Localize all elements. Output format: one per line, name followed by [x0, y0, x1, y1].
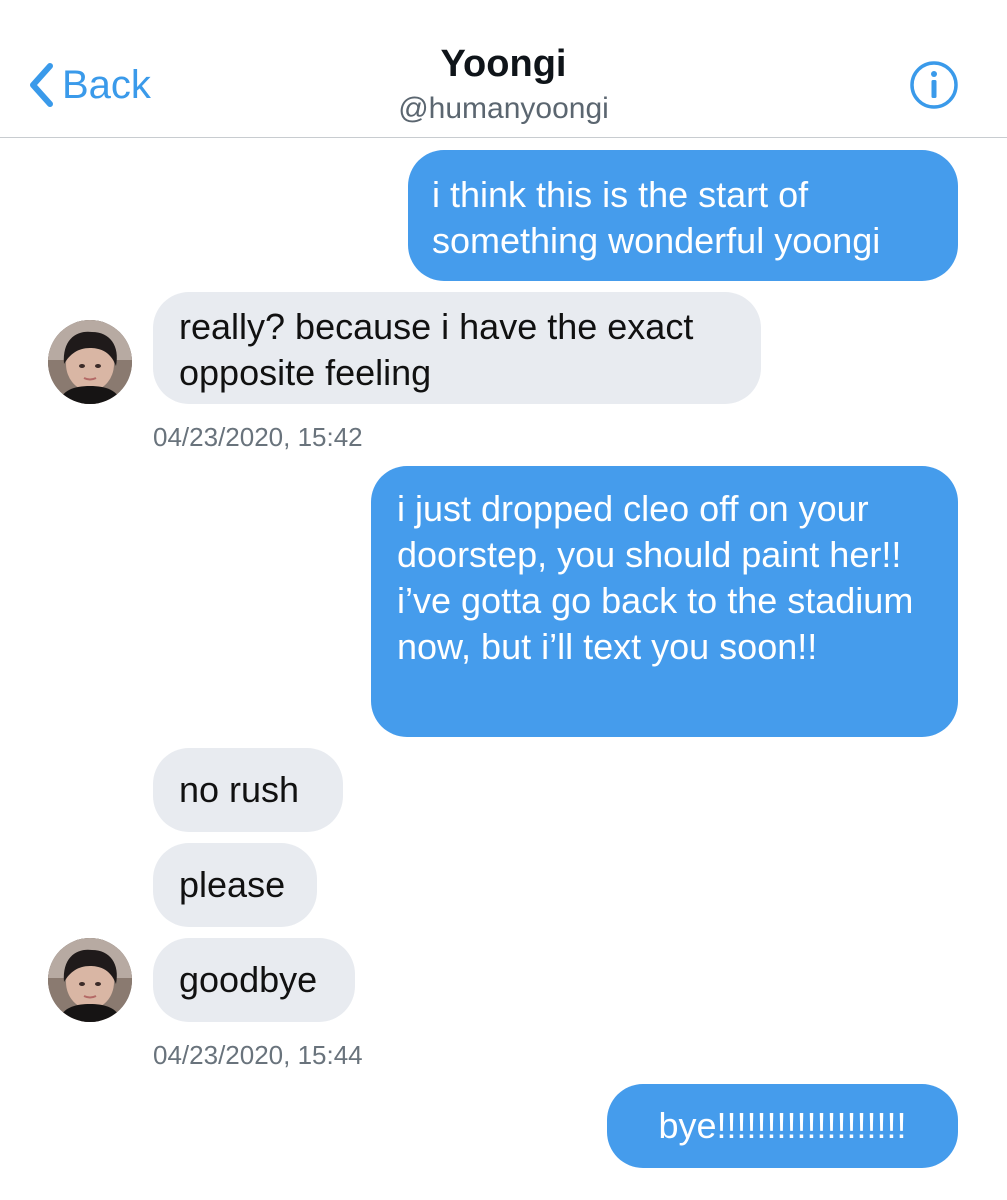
avatar[interactable]: [48, 938, 132, 1022]
message-timestamp: 04/23/2020, 15:44: [153, 1040, 363, 1070]
dm-conversation-screen: Back Yoongi @humanyoongi i think this is…: [0, 0, 1007, 1200]
message-bubble-outgoing[interactable]: i just dropped cleo off on your doorstep…: [371, 466, 958, 737]
message-bubble-incoming[interactable]: really? because i have the exact opposit…: [153, 292, 761, 404]
conversation-title-block: Yoongi @humanyoongi: [0, 43, 1007, 125]
info-icon: [910, 61, 958, 109]
message-bubble-incoming[interactable]: please: [153, 843, 317, 927]
message-timestamp: 04/23/2020, 15:42: [153, 422, 363, 452]
contact-handle: @humanyoongi: [398, 91, 609, 125]
conversation-header: Back Yoongi @humanyoongi: [0, 0, 1007, 138]
message-bubble-incoming[interactable]: no rush: [153, 748, 343, 832]
contact-name: Yoongi: [440, 43, 567, 85]
message-bubble-outgoing[interactable]: bye!!!!!!!!!!!!!!!!!!!: [607, 1084, 958, 1168]
message-bubble-incoming[interactable]: goodbye: [153, 938, 355, 1022]
info-button[interactable]: [909, 60, 959, 110]
message-bubble-outgoing[interactable]: i think this is the start of something w…: [408, 150, 958, 281]
avatar[interactable]: [48, 320, 132, 404]
